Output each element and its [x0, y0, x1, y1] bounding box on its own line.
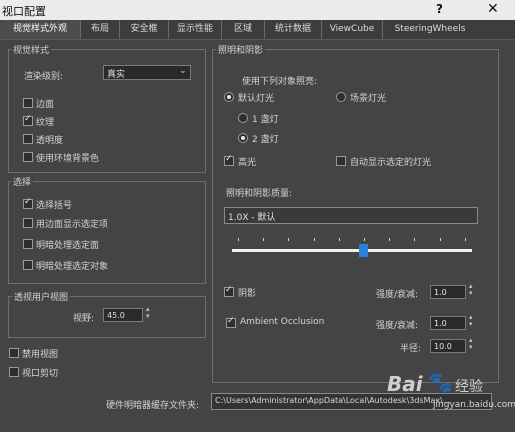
- tab-visual-style[interactable]: 视觉样式外观: [0, 20, 81, 39]
- edged-selection-label: 用边面显示选定项: [36, 220, 109, 230]
- slider-tick: [314, 238, 315, 241]
- perspective-group-label: 透视用户视图: [12, 290, 71, 303]
- illuminate-label: 使用下列对象照亮:: [242, 77, 318, 87]
- shadow-intensity-label: 强度/衰减:: [376, 290, 419, 300]
- quality-slider[interactable]: [232, 235, 472, 257]
- shade-selected-faces-checkbox[interactable]: [23, 239, 33, 249]
- slider-tick: [339, 238, 340, 241]
- slider-tick: [414, 238, 415, 241]
- two-lights-radio[interactable]: [238, 133, 248, 143]
- render-level-value: 真实: [107, 70, 126, 80]
- radius-spinner[interactable]: [468, 336, 477, 352]
- auto-display-selected-lights-checkbox[interactable]: [336, 156, 346, 166]
- textures-checkbox[interactable]: [23, 114, 33, 126]
- tab-bar: 视觉样式外观 布局 安全框 显示性能 区域 统计数据 ViewCube Stee…: [0, 20, 515, 40]
- ao-intensity-input[interactable]: 1.0: [430, 316, 466, 330]
- slider-tick: [364, 238, 365, 241]
- scene-lights-label: 场景灯光: [350, 94, 387, 104]
- radius-label: 半径:: [400, 344, 422, 354]
- window-title: 视口配置: [2, 5, 46, 18]
- chevron-down-icon: ⌄: [179, 66, 187, 76]
- tab-statistics[interactable]: 统计数据: [265, 20, 322, 39]
- visual-style-group-label: 视觉样式: [11, 43, 52, 56]
- slider-tick: [465, 238, 466, 241]
- environment-background-label: 使用环境背景色: [36, 154, 100, 164]
- textures-label: 纹理: [36, 118, 55, 128]
- ambient-occlusion-checkbox[interactable]: [226, 316, 236, 328]
- viewport-clipping-checkbox[interactable]: [9, 367, 19, 377]
- selection-group-label: 选择: [11, 175, 34, 188]
- slider-track: [232, 249, 472, 252]
- shader-cache-label: 硬件明暗器缓存文件夹:: [106, 401, 200, 411]
- ambient-occlusion-label: Ambient Occlusion: [240, 317, 325, 327]
- edged-faces-checkbox[interactable]: [23, 98, 33, 108]
- shadows-checkbox[interactable]: [224, 285, 234, 297]
- render-level-label: 渲染级别:: [24, 72, 64, 82]
- edged-selection-checkbox[interactable]: [23, 218, 33, 228]
- two-lights-label: 2 盏灯: [252, 135, 279, 145]
- watermark-brand-suffix: 经验: [455, 379, 483, 395]
- selection-brackets-checkbox[interactable]: [23, 197, 33, 209]
- render-level-dropdown[interactable]: 真实 ⌄: [103, 65, 191, 80]
- transparency-label: 透明度: [36, 136, 64, 146]
- tab-viewcube[interactable]: ViewCube: [322, 20, 383, 39]
- highlights-checkbox[interactable]: [224, 154, 234, 166]
- shade-selected-objects-checkbox[interactable]: [23, 260, 33, 270]
- edged-faces-label: 边面: [36, 100, 55, 110]
- disable-view-label: 禁用视图: [22, 350, 59, 360]
- transparency-checkbox[interactable]: [23, 134, 33, 144]
- tab-regions[interactable]: 区域: [222, 20, 265, 39]
- watermark-brand: Bai: [387, 372, 423, 396]
- tab-display-performance[interactable]: 显示性能: [169, 20, 222, 39]
- watermark: Bai 🐾 经验 jingyan.baidu.com: [385, 370, 515, 420]
- shade-selected-faces-label: 明暗处理选定面: [36, 241, 100, 251]
- auto-display-selected-lights-label: 自动显示选定的灯光: [350, 158, 432, 168]
- shadow-intensity-spinner[interactable]: [468, 282, 477, 298]
- viewport-clipping-label: 视口剪切: [22, 369, 59, 379]
- fov-input[interactable]: 45.0: [103, 308, 143, 322]
- radius-input[interactable]: 10.0: [430, 339, 466, 353]
- fov-label: 视野:: [73, 314, 95, 324]
- ao-intensity-label: 强度/衰减:: [376, 321, 419, 331]
- slider-tick: [263, 238, 264, 241]
- ao-intensity-spinner[interactable]: [468, 313, 477, 329]
- paw-icon: 🐾: [428, 370, 453, 394]
- tab-layout[interactable]: 布局: [81, 20, 120, 39]
- scene-lights-radio[interactable]: [336, 92, 346, 102]
- shadow-intensity-input[interactable]: 1.0: [430, 285, 466, 299]
- default-lights-radio[interactable]: [224, 92, 234, 102]
- slider-tick: [288, 238, 289, 241]
- disable-view-checkbox[interactable]: [9, 348, 19, 358]
- default-lights-label: 默认灯光: [238, 94, 275, 104]
- help-button[interactable]: ?: [436, 2, 443, 16]
- tab-safe-frame[interactable]: 安全框: [120, 20, 169, 39]
- highlights-label: 高光: [238, 158, 257, 168]
- slider-tick: [440, 238, 441, 241]
- quality-value: 1.0X - 默认: [228, 213, 276, 223]
- title-bar: 视口配置 ? ✕: [0, 0, 515, 20]
- slider-tick: [238, 238, 239, 241]
- environment-background-checkbox[interactable]: [23, 152, 33, 162]
- fov-spinner[interactable]: [145, 305, 154, 321]
- shadows-label: 阴影: [238, 289, 257, 299]
- one-light-radio[interactable]: [238, 113, 248, 123]
- watermark-url: jingyan.baidu.com: [433, 400, 515, 410]
- lighting-group-label: 照明和阴影: [216, 43, 266, 56]
- tab-steeringwheels[interactable]: SteeringWheels: [383, 20, 477, 39]
- shade-selected-objects-label: 明暗处理选定对象: [36, 262, 109, 272]
- one-light-label: 1 盏灯: [252, 115, 279, 125]
- quality-label: 照明和阴影质量:: [226, 189, 293, 199]
- selection-brackets-label: 选择括号: [36, 201, 73, 211]
- close-button[interactable]: ✕: [487, 1, 499, 17]
- quality-display: 1.0X - 默认: [224, 207, 478, 224]
- slider-tick: [389, 238, 390, 241]
- slider-thumb[interactable]: [359, 244, 368, 257]
